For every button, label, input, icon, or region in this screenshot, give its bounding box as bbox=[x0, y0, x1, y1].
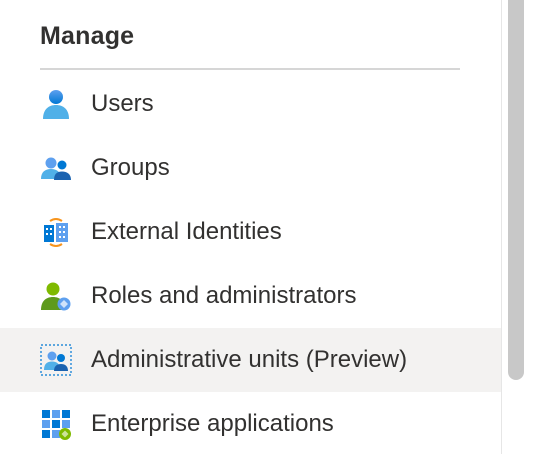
nav-item-enterprise-applications[interactable]: Enterprise applications bbox=[0, 392, 501, 454]
nav-item-label: Users bbox=[91, 90, 154, 117]
section-title-manage: Manage bbox=[40, 22, 135, 50]
nav-item-external-identities[interactable]: External Identities bbox=[0, 200, 501, 264]
nav-item-groups[interactable]: Groups bbox=[0, 136, 501, 200]
nav-item-roles-and-administrators[interactable]: Roles and administrators bbox=[0, 264, 501, 328]
nav-item-label: Roles and administrators bbox=[91, 282, 357, 309]
nav-item-administrative-units[interactable]: Administrative units (Preview) bbox=[0, 328, 501, 392]
enterprise-apps-icon bbox=[42, 410, 71, 440]
user-icon bbox=[43, 90, 69, 119]
nav-item-label: External Identities bbox=[91, 218, 282, 245]
external-identities-icon bbox=[44, 218, 68, 247]
nav-item-users[interactable]: Users bbox=[0, 72, 501, 136]
nav-item-label: Administrative units (Preview) bbox=[91, 346, 408, 373]
scrollbar-thumb[interactable] bbox=[508, 0, 524, 380]
admin-units-icon bbox=[40, 344, 72, 376]
navigation-panel: Manage Users Groups External Identities … bbox=[0, 0, 502, 454]
manage-nav-list: Users Groups External Identities Roles a… bbox=[0, 72, 501, 454]
section-divider bbox=[40, 68, 460, 70]
roles-admin-icon bbox=[41, 282, 71, 311]
nav-item-label: Groups bbox=[91, 154, 170, 181]
manage-menu-frame: Manage Users Groups External Identities … bbox=[0, 0, 544, 454]
groups-icon bbox=[41, 157, 71, 180]
nav-item-label: Enterprise applications bbox=[91, 410, 334, 437]
